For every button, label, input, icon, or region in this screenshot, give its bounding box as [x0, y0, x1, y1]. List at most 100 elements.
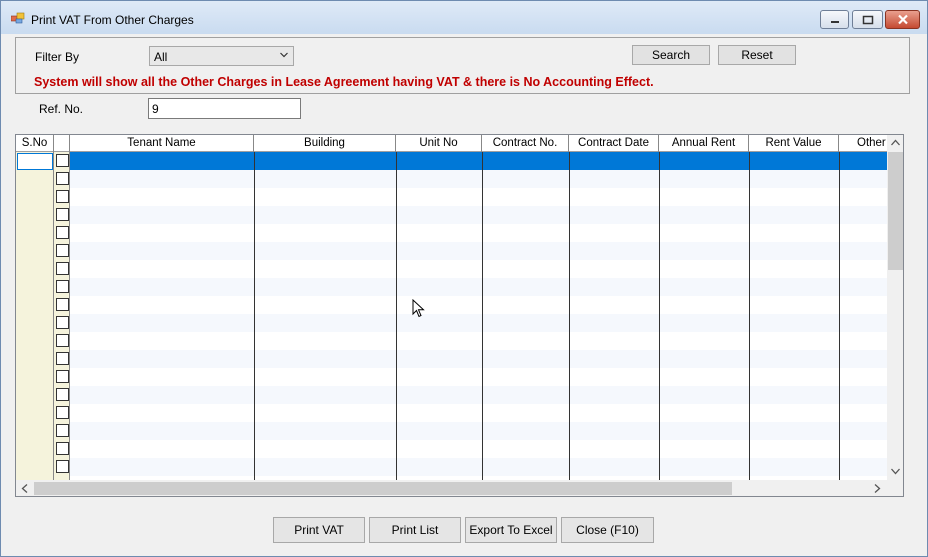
- ref-no-label: Ref. No.: [39, 102, 84, 116]
- table-row[interactable]: [16, 278, 887, 296]
- col-header-annual-rent[interactable]: Annual Rent: [659, 135, 749, 152]
- row-data-area[interactable]: [70, 350, 887, 368]
- column-divider: [569, 152, 570, 480]
- row-data-area[interactable]: [70, 278, 887, 296]
- row-checkbox[interactable]: [56, 208, 69, 221]
- row-checkbox[interactable]: [56, 280, 69, 293]
- scroll-right-icon[interactable]: [874, 484, 881, 493]
- col-header-building[interactable]: Building: [254, 135, 396, 152]
- scrollbar-corner: [887, 480, 903, 496]
- row-checkbox[interactable]: [56, 406, 69, 419]
- maximize-button[interactable]: [852, 10, 883, 29]
- table-row[interactable]: [16, 332, 887, 350]
- charges-grid[interactable]: S.No Tenant Name Building Unit No Contra…: [15, 134, 904, 497]
- row-checkbox[interactable]: [56, 172, 69, 185]
- row-data-area[interactable]: [70, 260, 887, 278]
- row-checkbox[interactable]: [56, 442, 69, 455]
- close-window-button[interactable]: [885, 10, 920, 29]
- minimize-button[interactable]: [820, 10, 849, 29]
- row-checkbox[interactable]: [56, 154, 69, 167]
- row-data-area[interactable]: [70, 386, 887, 404]
- row-data-area[interactable]: [70, 224, 887, 242]
- row-checkbox[interactable]: [56, 460, 69, 473]
- col-header-contract-no[interactable]: Contract No.: [482, 135, 569, 152]
- main-window: Print VAT From Other Charges Filter By A…: [0, 0, 928, 557]
- col-header-unit-no[interactable]: Unit No: [396, 135, 482, 152]
- table-row[interactable]: [16, 152, 887, 170]
- row-header-column: [16, 152, 54, 480]
- table-row[interactable]: [16, 440, 887, 458]
- table-row[interactable]: [16, 296, 887, 314]
- filter-by-label: Filter By: [35, 50, 80, 64]
- filter-by-dropdown[interactable]: All: [149, 46, 294, 66]
- row-checkbox[interactable]: [56, 316, 69, 329]
- table-row[interactable]: [16, 188, 887, 206]
- row-data-area[interactable]: [70, 206, 887, 224]
- search-button[interactable]: Search: [632, 45, 710, 65]
- table-row[interactable]: [16, 242, 887, 260]
- chevron-down-icon: [280, 52, 288, 58]
- table-row[interactable]: [16, 386, 887, 404]
- row-data-area[interactable]: [70, 152, 887, 170]
- col-header-rent-value[interactable]: Rent Value: [749, 135, 839, 152]
- table-row[interactable]: [16, 170, 887, 188]
- close-icon: [897, 14, 908, 25]
- table-row[interactable]: [16, 422, 887, 440]
- row-data-area[interactable]: [70, 458, 887, 476]
- table-row[interactable]: [16, 314, 887, 332]
- col-header-tenant-name[interactable]: Tenant Name: [70, 135, 254, 152]
- scroll-left-icon[interactable]: [21, 484, 28, 493]
- row-checkbox[interactable]: [56, 424, 69, 437]
- scroll-down-icon[interactable]: [891, 468, 900, 475]
- row-checkbox[interactable]: [56, 388, 69, 401]
- vertical-scroll-thumb[interactable]: [888, 152, 903, 270]
- title-bar[interactable]: Print VAT From Other Charges: [1, 1, 927, 34]
- filter-panel: Filter By All Search Reset System will s…: [15, 37, 910, 94]
- row-data-area[interactable]: [70, 440, 887, 458]
- row-checkbox[interactable]: [56, 334, 69, 347]
- table-row[interactable]: [16, 206, 887, 224]
- row-data-area[interactable]: [70, 170, 887, 188]
- close-f10-button[interactable]: Close (F10): [561, 517, 654, 543]
- grid-body: [16, 152, 887, 480]
- row-data-area[interactable]: [70, 188, 887, 206]
- col-header-sno[interactable]: S.No: [16, 135, 54, 152]
- row-checkbox[interactable]: [56, 190, 69, 203]
- export-to-excel-button[interactable]: Export To Excel: [465, 517, 557, 543]
- column-divider: [254, 152, 255, 480]
- reset-button[interactable]: Reset: [718, 45, 796, 65]
- horizontal-scroll-thumb[interactable]: [34, 482, 732, 495]
- row-checkbox[interactable]: [56, 262, 69, 275]
- vat-warning-message: System will show all the Other Charges i…: [34, 75, 654, 89]
- column-divider: [396, 152, 397, 480]
- table-row[interactable]: [16, 260, 887, 278]
- row-data-area[interactable]: [70, 368, 887, 386]
- row-checkbox[interactable]: [56, 298, 69, 311]
- table-row[interactable]: [16, 458, 887, 476]
- ref-no-input[interactable]: 9: [148, 98, 301, 119]
- window-title: Print VAT From Other Charges: [31, 13, 194, 27]
- row-checkbox[interactable]: [56, 226, 69, 239]
- print-vat-button[interactable]: Print VAT: [273, 517, 365, 543]
- row-data-area[interactable]: [70, 314, 887, 332]
- col-header-select[interactable]: [54, 135, 70, 152]
- row-checkbox[interactable]: [56, 244, 69, 257]
- print-list-button[interactable]: Print List: [369, 517, 461, 543]
- table-row[interactable]: [16, 224, 887, 242]
- row-data-area[interactable]: [70, 242, 887, 260]
- column-divider: [839, 152, 840, 480]
- row-checkbox[interactable]: [56, 370, 69, 383]
- row-checkbox[interactable]: [56, 352, 69, 365]
- row-data-area[interactable]: [70, 296, 887, 314]
- row-data-area[interactable]: [70, 332, 887, 350]
- row-data-area[interactable]: [70, 404, 887, 422]
- table-row[interactable]: [16, 368, 887, 386]
- column-divider: [749, 152, 750, 480]
- col-header-contract-date[interactable]: Contract Date: [569, 135, 659, 152]
- table-row[interactable]: [16, 404, 887, 422]
- mouse-cursor-icon: [412, 299, 425, 318]
- table-row[interactable]: [16, 350, 887, 368]
- row-data-area[interactable]: [70, 422, 887, 440]
- scroll-up-icon[interactable]: [891, 139, 900, 146]
- sno-cell-editor[interactable]: [17, 153, 53, 170]
